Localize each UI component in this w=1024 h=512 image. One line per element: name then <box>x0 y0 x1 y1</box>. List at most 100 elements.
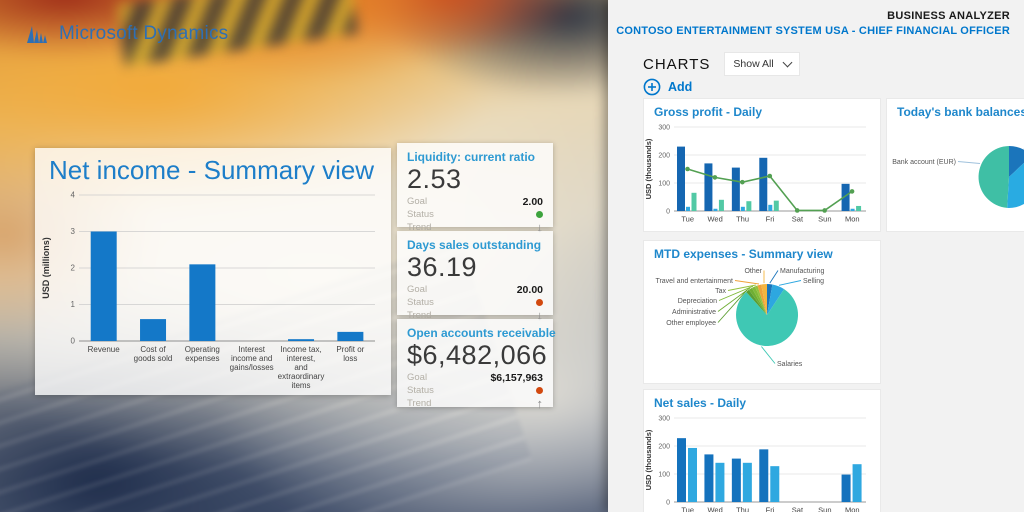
add-chart-button[interactable]: Add <box>643 78 692 96</box>
svg-text:USD (thousands): USD (thousands) <box>644 138 653 199</box>
brand-text: Microsoft Dynamics <box>59 23 228 45</box>
svg-text:USD (millions): USD (millions) <box>41 237 51 299</box>
net-sales-chart: 0 100 200 300 Tue Wed Thu Fri Sat Sun Mon USD (thou… <box>644 410 880 512</box>
goal-label: Goal <box>407 196 427 207</box>
svg-text:USD (thousands): USD (thousands) <box>644 429 653 490</box>
goal-label: Goal <box>407 372 427 383</box>
svg-text:4: 4 <box>71 191 76 200</box>
kpi-tile-liquidity[interactable]: Liquidity: current ratio 2.53 Goal 2.00 S… <box>397 143 553 227</box>
microsoft-dynamics-logo: Microsoft Dynamics <box>26 22 228 46</box>
status-dot <box>536 299 543 306</box>
chart-card-bank-balances[interactable]: Today's bank balances - Summary Bank acc… <box>886 98 1024 232</box>
svg-text:Revenue: Revenue <box>88 345 121 354</box>
kpi-value: 36.19 <box>407 253 543 281</box>
svg-text:200: 200 <box>658 444 670 451</box>
kpi-value: $6,482,066 <box>407 341 543 369</box>
status-label: Status <box>407 385 434 396</box>
goal-label: Goal <box>407 284 427 295</box>
svg-text:Wed: Wed <box>707 506 722 512</box>
svg-text:Fri: Fri <box>766 506 775 512</box>
svg-text:Depreciation: Depreciation <box>678 298 717 305</box>
app-title: BUSINESS ANALYZER <box>616 10 1010 22</box>
dashboard-photo-background: Microsoft Dynamics Net income - Summary … <box>0 0 608 512</box>
svg-text:0: 0 <box>666 500 670 507</box>
goal-value: 2.00 <box>523 196 543 208</box>
gross-profit-chart: 0100200300TueWedThuFriSatSunMonUSD (thou… <box>644 119 880 230</box>
add-button-label: Add <box>668 80 692 94</box>
svg-text:Tax: Tax <box>715 288 726 295</box>
svg-text:Bank account (EUR): Bank account (EUR) <box>892 159 956 166</box>
svg-text:3: 3 <box>71 227 76 236</box>
svg-text:100: 100 <box>658 181 670 188</box>
status-label: Status <box>407 297 434 308</box>
svg-text:Other: Other <box>744 268 762 275</box>
svg-text:0: 0 <box>71 337 76 346</box>
svg-text:Tue: Tue <box>681 215 694 224</box>
kpi-value: 2.53 <box>407 165 543 193</box>
net-income-title: Net income - Summary view <box>35 148 391 187</box>
svg-text:Wed: Wed <box>707 215 722 224</box>
svg-text:Travel and entertainment: Travel and entertainment <box>655 278 733 285</box>
svg-text:Sun: Sun <box>818 215 831 224</box>
svg-text:Operatingexpenses: Operatingexpenses <box>185 345 220 363</box>
svg-text:Sat: Sat <box>792 215 804 224</box>
svg-text:1: 1 <box>71 300 76 309</box>
svg-text:Mon: Mon <box>845 506 860 512</box>
kpi-tile-days-sales-outstanding[interactable]: Days sales outstanding 36.19 Goal 20.00 S… <box>397 231 553 315</box>
chart-title: Today's bank balances - Summary <box>887 99 1024 119</box>
mtd-expenses-pie-chart: Other Manufacturing Selling Travel and ente… <box>644 261 880 384</box>
svg-text:2: 2 <box>71 264 76 273</box>
svg-text:Profit orloss: Profit orloss <box>336 345 364 363</box>
kpi-title: Open accounts receivable <box>407 326 543 340</box>
business-analyzer-screen: Microsoft Dynamics Net income - Summary … <box>0 0 1024 512</box>
svg-text:Tue: Tue <box>681 506 694 512</box>
chart-card-net-sales[interactable]: Net sales - Daily 0 100 200 300 Tue Wed Thu Fri… <box>643 389 881 512</box>
svg-text:Thu: Thu <box>736 506 749 512</box>
chart-title: MTD expenses - Summary view <box>644 241 880 261</box>
svg-text:100: 100 <box>658 472 670 479</box>
svg-text:Manufacturing: Manufacturing <box>780 268 824 275</box>
company-role-title: CONTOSO ENTERTAINMENT SYSTEM USA - CHIEF… <box>616 25 1010 37</box>
svg-text:300: 300 <box>658 416 670 423</box>
plus-circle-icon <box>643 78 661 96</box>
kpi-title: Days sales outstanding <box>407 238 543 252</box>
svg-text:Cost ofgoods sold: Cost ofgoods sold <box>134 345 173 363</box>
svg-text:Thu: Thu <box>736 215 749 224</box>
chart-filter-dropdown[interactable]: Show All <box>724 52 799 76</box>
svg-text:Fri: Fri <box>766 215 775 224</box>
goal-value: $6,157,963 <box>490 372 543 384</box>
goal-value: 20.00 <box>517 284 543 296</box>
chart-card-gross-profit[interactable]: Gross profit - Daily 0100200300TueWedThu… <box>643 98 881 232</box>
chart-title: Gross profit - Daily <box>644 99 880 119</box>
chart-filter-value: Show All <box>733 58 773 70</box>
svg-text:Salaries: Salaries <box>777 361 803 368</box>
charts-section-label: CHARTS <box>643 56 710 73</box>
svg-text:Mon: Mon <box>845 215 860 224</box>
chart-card-mtd-expenses[interactable]: MTD expenses - Summary view Other Manufac… <box>643 240 881 384</box>
trend-label: Trend <box>407 398 431 409</box>
svg-text:Selling: Selling <box>803 278 824 285</box>
svg-text:Sat: Sat <box>792 506 804 512</box>
kpi-title: Liquidity: current ratio <box>407 150 543 164</box>
chart-title: Net sales - Daily <box>644 390 880 410</box>
svg-text:Income tax,interest,andextraor: Income tax,interest,andextraordinaryitem… <box>278 345 325 390</box>
chevron-down-icon <box>782 58 792 68</box>
charts-toolbar: CHARTS Show All <box>643 52 800 76</box>
svg-text:300: 300 <box>658 125 670 132</box>
status-dot <box>536 387 543 394</box>
svg-text:Administrative: Administrative <box>672 309 716 316</box>
net-income-card[interactable]: Net income - Summary view 0 1 2 3 4 Revenue Co… <box>35 148 391 395</box>
svg-text:Interestincome andgains/losses: Interestincome andgains/losses <box>230 345 274 372</box>
panel-header: BUSINESS ANALYZER CONTOSO ENTERTAINMENT … <box>616 10 1010 37</box>
net-income-chart: 0 1 2 3 4 Revenue Cost ofgoods sold Operatingex… <box>37 187 391 400</box>
svg-text:Other employee: Other employee <box>666 320 716 327</box>
dynamics-logo-icon <box>26 22 52 46</box>
kpi-tile-open-accounts-receivable[interactable]: Open accounts receivable $6,482,066 Goal… <box>397 319 553 407</box>
svg-text:Sun: Sun <box>818 506 831 512</box>
status-dot <box>536 211 543 218</box>
svg-text:200: 200 <box>658 153 670 160</box>
trend-arrow-icon: ↑ <box>537 397 544 410</box>
status-label: Status <box>407 209 434 220</box>
business-analyzer-panel: BUSINESS ANALYZER CONTOSO ENTERTAINMENT … <box>608 0 1024 512</box>
bank-balances-pie-chart: Bank account (EUR) <box>887 119 1024 232</box>
